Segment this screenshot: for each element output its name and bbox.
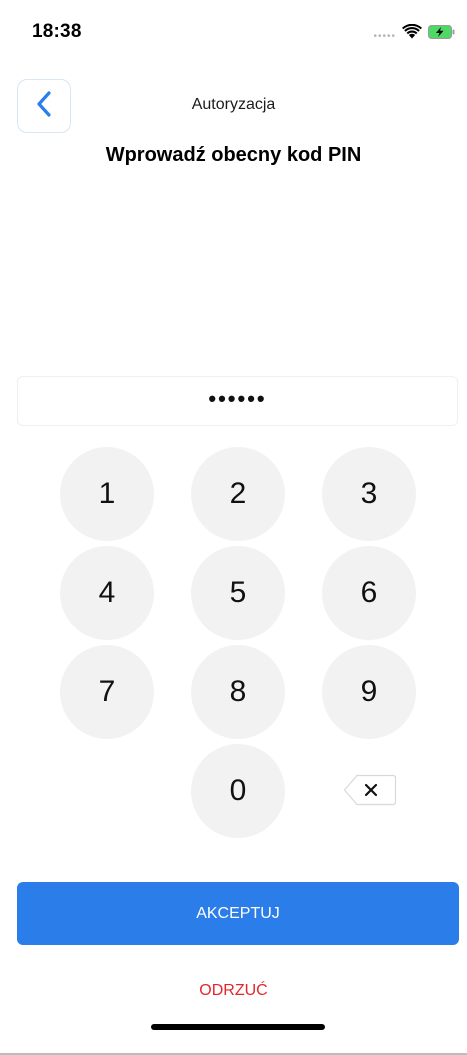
home-indicator[interactable] — [151, 1024, 325, 1030]
keypad-key-0[interactable]: 0 — [191, 744, 285, 838]
keypad-key-3[interactable]: 3 — [322, 447, 416, 541]
reject-button[interactable]: ODRZUĆ — [0, 982, 467, 1000]
status-time: 18:38 — [32, 21, 82, 42]
pin-prompt-heading: Wprowadź obecny kod PIN — [105, 144, 362, 166]
accept-button-label: AKCEPTUJ — [196, 904, 280, 922]
keypad-key-8[interactable]: 8 — [191, 645, 285, 739]
page-title: Autoryzacja — [191, 96, 276, 113]
keypad-key-9[interactable]: 9 — [322, 645, 416, 739]
status-icons: ••••• — [373, 23, 455, 44]
keypad-key-4[interactable]: 4 — [60, 546, 154, 640]
keypad-key-7[interactable]: 7 — [60, 645, 154, 739]
battery-charging-icon — [428, 24, 455, 44]
keypad-key-6[interactable]: 6 — [322, 546, 416, 640]
backspace-button[interactable] — [343, 774, 397, 806]
keypad-key-1[interactable]: 1 — [60, 447, 154, 541]
pin-authorization-screen: 18:38 ••••• Autoryzacja Wprowadź obecny … — [0, 0, 467, 1055]
status-bar: 18:38 ••••• — [0, 0, 467, 66]
wifi-icon — [402, 23, 422, 44]
signal-dots-icon: ••••• — [373, 30, 396, 42]
accept-button[interactable]: AKCEPTUJ — [17, 882, 459, 945]
pin-input[interactable]: •••••• — [17, 376, 458, 426]
keypad-key-2[interactable]: 2 — [191, 447, 285, 541]
pin-masked-value: •••••• — [208, 386, 267, 411]
backspace-icon — [343, 774, 397, 810]
keypad-key-5[interactable]: 5 — [191, 546, 285, 640]
